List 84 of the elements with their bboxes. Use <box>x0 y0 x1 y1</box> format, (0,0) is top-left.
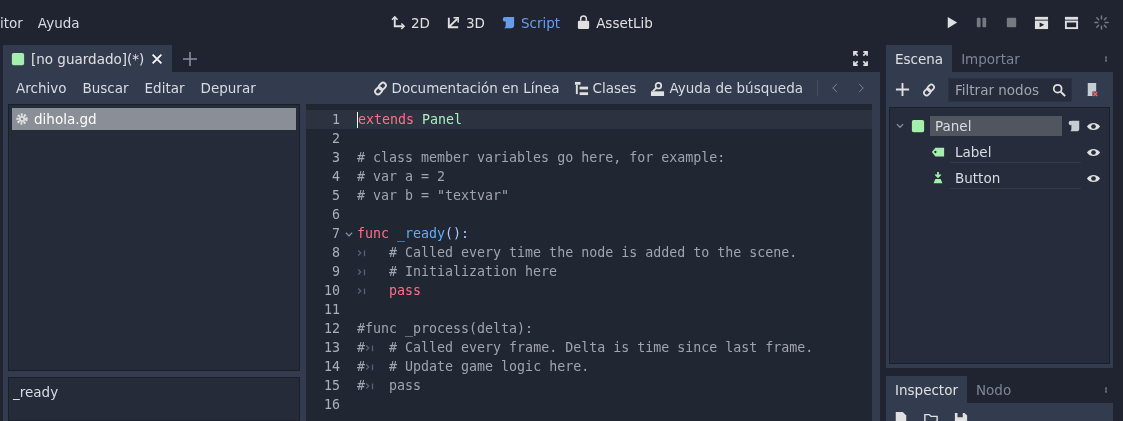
workspace-tab[interactable]: 3D <box>446 14 485 31</box>
line-number: 1 <box>331 112 340 127</box>
line-number: 11 <box>323 302 340 317</box>
clapperboard-play-icon[interactable] <box>1034 15 1049 30</box>
doc-search-icon <box>650 80 666 96</box>
line-number: 3 <box>331 150 340 165</box>
code-token: (): <box>445 226 470 241</box>
file-tab[interactable]: [no guardado](*) <box>3 45 173 72</box>
code-token: # var b = "textvar" <box>357 188 510 203</box>
code-token: pass <box>389 378 422 393</box>
line-number: 14 <box>323 359 340 374</box>
workspace-tab[interactable]: 2D <box>391 14 430 31</box>
tab-marker-icon <box>365 342 375 353</box>
method-list-item[interactable]: _ready <box>13 384 295 400</box>
dock-tab[interactable]: Escena <box>886 45 953 72</box>
tag-icon <box>931 145 945 159</box>
code-token: extends <box>358 112 415 127</box>
axis-icon <box>391 15 406 30</box>
code-token: # class member variables go here, for example: <box>357 150 726 165</box>
toolbar-button[interactable]: Clases <box>573 80 637 96</box>
menu-item[interactable]: Ayuda <box>37 14 80 31</box>
line-number: 10 <box>323 283 340 298</box>
line-number: 6 <box>331 207 340 222</box>
line-number: 16 <box>323 397 340 412</box>
dock-tab[interactable]: Inspector <box>886 376 967 403</box>
line-number: 7 <box>331 226 340 241</box>
link-icon <box>372 80 388 96</box>
tree-node[interactable]: Button <box>950 167 1081 189</box>
code-token: # Called every time the node is added to the scene. <box>389 245 798 260</box>
line-number: 8 <box>331 245 340 260</box>
tab-marker-icon <box>357 247 367 258</box>
menu-item[interactable]: Editar <box>136 80 193 96</box>
toolbar-button[interactable]: Documentación en Línea <box>372 80 560 96</box>
line-number: 9 <box>331 264 340 279</box>
code-token: # Update game logic here. <box>389 359 590 374</box>
link-icon[interactable] <box>922 82 936 97</box>
code-token: # Initialization here <box>389 264 558 279</box>
workspace-tab[interactable]: AssetLib <box>576 14 653 31</box>
line-number: 15 <box>323 378 340 393</box>
script-icon[interactable] <box>1067 119 1081 133</box>
scroll-icon <box>500 15 516 30</box>
code-token: # var a = 2 <box>357 169 446 184</box>
dock-tab[interactable]: Nodo <box>967 376 1021 403</box>
close-icon[interactable] <box>150 51 165 66</box>
square-icon <box>11 51 25 66</box>
menu-item[interactable]: Archivo <box>8 80 75 96</box>
button-node-icon <box>931 171 945 185</box>
toolbar-button[interactable]: Ayuda de búsqueda <box>650 80 803 96</box>
axes-icon <box>446 15 461 30</box>
tree-node[interactable]: Label <box>950 141 1081 163</box>
code-token: func <box>357 226 390 241</box>
tree-node[interactable]: Panel <box>930 116 1062 136</box>
line-number: 4 <box>331 169 340 184</box>
square-icon <box>911 119 925 133</box>
code-token: _ready <box>396 226 446 241</box>
code-token: # Called every frame. Delta is time since last frame. <box>389 340 814 355</box>
line-number: 2 <box>331 131 340 146</box>
code-editor[interactable] <box>306 104 872 421</box>
menu-item[interactable]: Depurar <box>192 80 264 96</box>
class-tree-icon <box>573 80 589 96</box>
menu-item[interactable]: itor <box>0 14 23 31</box>
filter-field[interactable]: Filtrar nodos <box>948 77 1072 102</box>
tab-marker-icon <box>365 380 375 391</box>
code-token: Panel <box>421 112 463 127</box>
line-number: 5 <box>331 188 340 203</box>
text-cursor <box>357 111 358 128</box>
tab-marker-icon <box>365 361 375 372</box>
tab-marker-icon <box>357 285 367 296</box>
tab-marker-icon <box>357 266 367 277</box>
line-number: 13 <box>323 340 340 355</box>
code-token: # <box>357 340 365 355</box>
workspace-tab[interactable]: Script <box>500 14 561 31</box>
plus-icon[interactable] <box>182 50 199 67</box>
search-icon[interactable] <box>1052 82 1066 97</box>
code-token: # <box>357 359 365 374</box>
code-token: #func _process(delta): <box>357 321 534 336</box>
code-token: # <box>357 378 365 393</box>
gear-icon <box>15 112 29 126</box>
fullscreen-icon[interactable] <box>853 51 868 66</box>
line-number: 12 <box>323 321 340 336</box>
code-token: pass <box>389 283 422 298</box>
clapperboard-icon[interactable] <box>1064 15 1079 30</box>
menu-item[interactable]: Buscar <box>74 80 137 96</box>
dock-tab[interactable]: Importar <box>952 45 1029 72</box>
